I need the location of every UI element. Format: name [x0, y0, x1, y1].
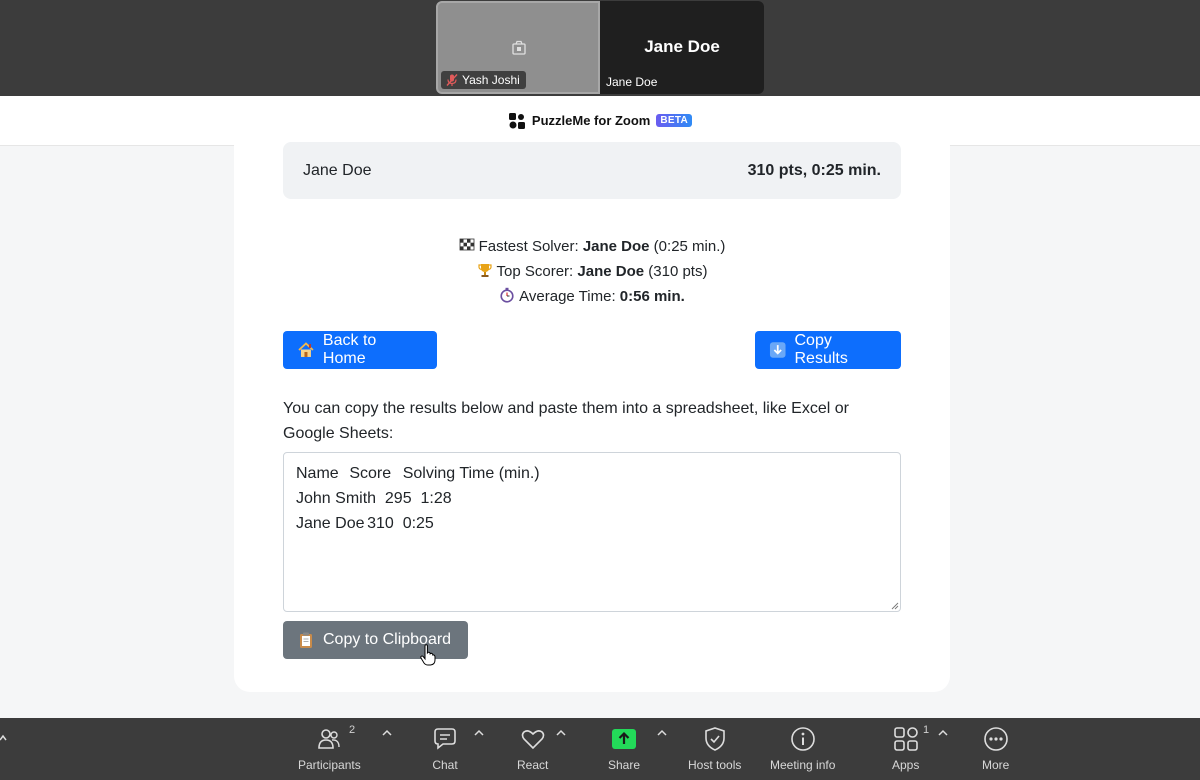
house-icon [298, 342, 314, 357]
resize-grip-icon[interactable] [891, 602, 899, 610]
trophy-icon [477, 264, 492, 277]
meeting-info-button[interactable]: Meeting info [770, 726, 835, 772]
muted-mic-icon [446, 74, 458, 86]
video-strip: Yash Joshi Jane Doe Jane Doe [0, 0, 1200, 96]
more-button[interactable]: More [982, 726, 1009, 772]
apps-button[interactable]: Apps [892, 726, 919, 772]
apps-icon [893, 727, 918, 751]
avatar-placeholder-icon [512, 40, 526, 55]
leaderboard-score: 310 pts, 0:25 min. [747, 161, 881, 179]
participant-display-name: Jane Doe [644, 37, 720, 56]
clipboard-icon [300, 632, 312, 648]
caret-up-icon[interactable] [474, 728, 484, 738]
leaderboard-row: Jane Doe 310 pts, 0:25 min. [283, 142, 901, 199]
share-screen-icon [612, 729, 637, 749]
copy-instructions: You can copy the results below and paste… [283, 400, 849, 442]
video-tile-jane[interactable]: Jane Doe Jane Doe [600, 1, 764, 94]
meeting-toolbar: Participants 2 Chat React Share Host too… [0, 718, 1200, 780]
participant-name: Yash Joshi [462, 73, 520, 87]
chat-button[interactable]: Chat [432, 726, 458, 772]
down-arrow-icon [769, 342, 786, 358]
caret-up-icon[interactable] [556, 728, 566, 738]
app-title: PuzzleMe for Zoom [531, 113, 651, 128]
heart-icon [521, 730, 544, 750]
top-scorer-line: Top Scorer: Jane Doe (310 pts) [234, 259, 950, 284]
checkered-flag-icon [459, 238, 475, 251]
react-button[interactable]: React [517, 726, 548, 772]
copy-to-clipboard-button[interactable]: Copy to Clipboard [283, 621, 468, 659]
apps-count: 1 [923, 724, 930, 736]
results-card: Jane Doe 310 pts, 0:25 min. Fastest Solv… [234, 130, 950, 692]
video-tile-yash[interactable]: Yash Joshi [436, 1, 600, 94]
average-time-line: Average Time: 0:56 min. [234, 284, 950, 309]
fastest-solver-line: Fastest Solver: Jane Doe (0:25 min.) [234, 234, 950, 259]
participants-icon [318, 729, 341, 749]
caret-up-icon[interactable] [657, 728, 667, 738]
stopwatch-icon [500, 287, 514, 303]
host-tools-button[interactable]: Host tools [688, 726, 741, 772]
participant-name: Jane Doe [606, 75, 658, 89]
caret-up-icon[interactable] [382, 728, 392, 738]
puzzleme-logo-icon [508, 112, 525, 129]
more-icon [983, 727, 1008, 751]
participants-count: 2 [349, 724, 356, 736]
caret-up-icon[interactable] [938, 728, 948, 738]
info-icon [790, 727, 815, 751]
participant-label: Yash Joshi [441, 71, 526, 89]
copy-results-button[interactable]: Copy Results [755, 331, 901, 369]
caret-up-icon[interactable] [0, 733, 8, 743]
hand-cursor-icon [420, 644, 436, 666]
beta-badge: BETA [656, 114, 693, 127]
back-to-home-button[interactable]: Back to Home [283, 331, 437, 369]
leaderboard-name: Jane Doe [303, 161, 372, 179]
share-button[interactable]: Share [608, 726, 640, 772]
shield-icon [704, 727, 725, 751]
stats-summary: Fastest Solver: Jane Doe (0:25 min.) Top… [234, 234, 950, 309]
chat-icon [434, 728, 456, 750]
participant-label: Jane Doe [602, 73, 663, 91]
results-textarea[interactable]: Name Score Solving Time (min.) John Smit… [283, 452, 901, 612]
